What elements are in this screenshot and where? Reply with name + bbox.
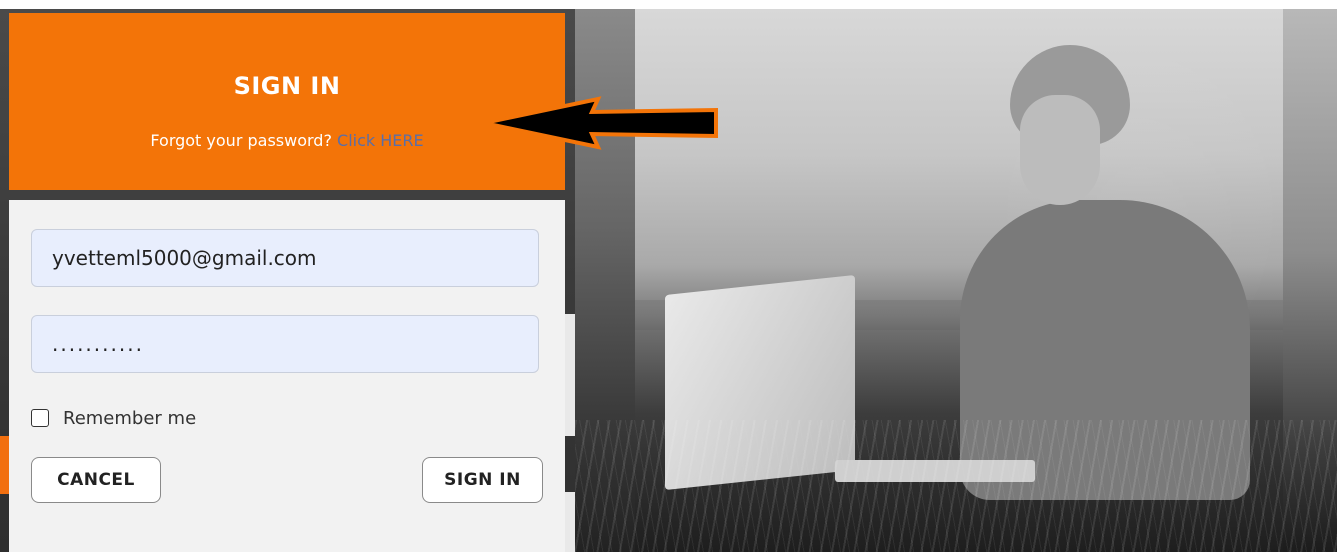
forgot-password-link[interactable]: Click HERE (337, 131, 424, 150)
remember-me-checkbox[interactable] (31, 409, 49, 427)
remember-me-label: Remember me (63, 407, 197, 429)
top-rule (0, 0, 1337, 9)
sign-in-button[interactable]: SIGN IN (422, 457, 543, 503)
signin-form: Remember me CANCEL SIGN IN (9, 200, 565, 552)
email-field[interactable] (31, 229, 539, 287)
forgot-password-text: Forgot your password? (150, 131, 332, 150)
password-field[interactable] (31, 315, 539, 373)
photo-person-face (1020, 95, 1100, 205)
photo-grass (575, 420, 1337, 552)
annotation-arrow-icon (483, 96, 718, 150)
cancel-button[interactable]: CANCEL (31, 457, 161, 503)
remember-me-row: Remember me (31, 406, 196, 430)
